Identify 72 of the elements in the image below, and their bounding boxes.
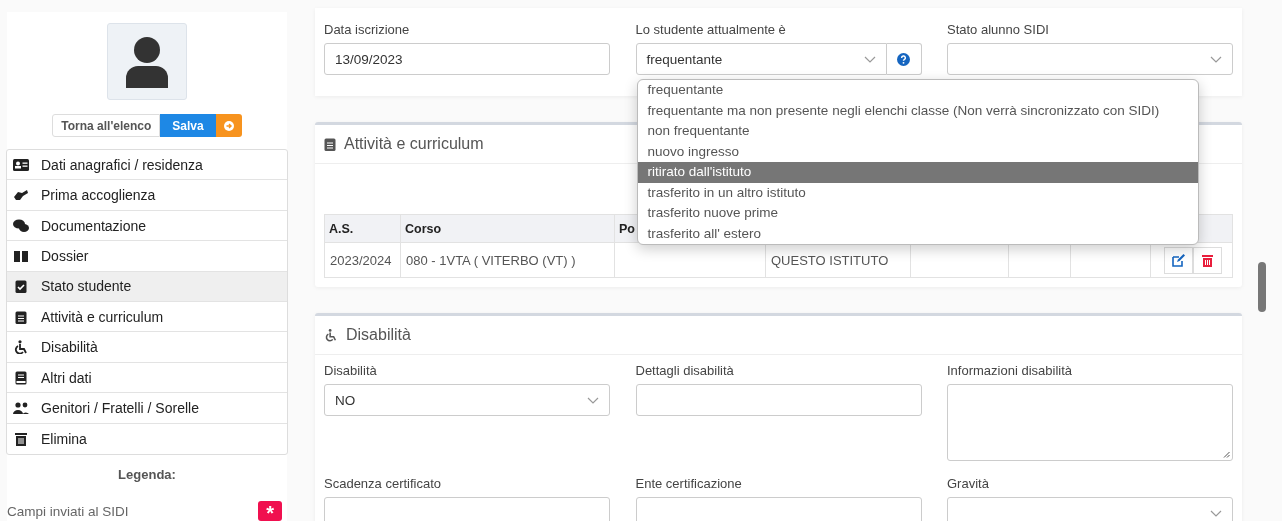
- text-area[interactable]: [947, 384, 1233, 461]
- sidebar-item[interactable]: Dati anagrafici / residenza: [7, 150, 287, 181]
- chevron-down-icon: [1210, 509, 1222, 517]
- text-field[interactable]: [635, 384, 922, 416]
- field-label: Scadenza certificato: [324, 476, 443, 491]
- sidebar-item[interactable]: Documentazione: [7, 210, 287, 242]
- scrollbar-thumb[interactable]: [1258, 262, 1266, 312]
- sidebar-item[interactable]: Elimina: [7, 423, 287, 454]
- dropdown-option[interactable]: nuovo ingresso: [637, 141, 1198, 162]
- field-label: Gravità: [947, 476, 990, 491]
- text-field[interactable]: [324, 497, 610, 521]
- edit-button[interactable]: [1164, 246, 1193, 274]
- field-label: Dettagli disabilità: [635, 363, 735, 378]
- section-title: Disabilità: [346, 326, 411, 344]
- sidebar-item[interactable]: Stato studente: [7, 271, 287, 303]
- field-label: Data iscrizione: [324, 22, 411, 37]
- field-label: Ente certificazione: [635, 476, 743, 491]
- table-cell: 080 - 1VTA ( VITERBO (VT) ): [400, 242, 615, 278]
- dropdown-option[interactable]: frequentante ma non presente negli elenchi classe (Non verrà sincronizzato con SIDI): [637, 100, 1198, 121]
- sidebar-item[interactable]: Dossier: [7, 241, 287, 272]
- chat-bubbles-icon: [13, 218, 29, 233]
- trash-icon: [1202, 253, 1213, 267]
- sidebar-item[interactable]: Disabilità: [7, 332, 287, 363]
- help-button[interactable]: [886, 43, 922, 75]
- field-label: Stato alunno SIDI: [947, 22, 1050, 37]
- dropdown-option[interactable]: non frequentante: [637, 121, 1198, 142]
- select-field[interactable]: [947, 497, 1233, 521]
- field-label: Informazioni disabilità: [947, 363, 1073, 378]
- dropdown-option[interactable]: ritirato dall'istituto: [637, 162, 1198, 183]
- required-badge: *: [258, 501, 282, 521]
- next-button[interactable]: [215, 114, 242, 138]
- save-button[interactable]: Salva: [160, 114, 216, 138]
- text-field[interactable]: [635, 497, 922, 521]
- chevron-down-icon: [1210, 55, 1222, 63]
- select-field[interactable]: NO: [324, 384, 610, 416]
- chevron-down-icon: [863, 55, 876, 63]
- wheelchair-icon: [13, 340, 29, 355]
- back-button[interactable]: Torna all'elenco: [52, 114, 161, 138]
- clipboard-check-icon: [13, 279, 29, 294]
- dropdown-option[interactable]: trasferito in un altro istituto: [637, 182, 1198, 203]
- table-cell: 2023/2024: [324, 242, 401, 278]
- column-header: Corso: [400, 214, 615, 243]
- clipboard-list-icon: [324, 137, 336, 151]
- table-cell: QUESTO ISTITUTO: [765, 242, 911, 278]
- field-label: Disabilità: [324, 363, 378, 378]
- resize-handle-icon: [1223, 451, 1230, 458]
- wheelchair-icon: [324, 328, 338, 342]
- select-field[interactable]: [947, 43, 1233, 75]
- clipboard-list-icon: [13, 309, 29, 324]
- arrow-circle-icon: [223, 119, 234, 132]
- text-field[interactable]: 13/09/2023: [324, 43, 610, 75]
- book-icon: [13, 248, 29, 263]
- trash-icon: [13, 431, 29, 446]
- sidebar-item[interactable]: Altri dati: [7, 362, 287, 394]
- sidebar-item[interactable]: Attività e curriculum: [7, 302, 287, 333]
- section-title: Attività e curriculum: [344, 135, 484, 153]
- chevron-down-icon: [587, 396, 599, 404]
- id-card-icon: [13, 157, 29, 172]
- dropdown-option[interactable]: frequentante: [637, 80, 1198, 101]
- select-field[interactable]: frequentante: [635, 43, 887, 75]
- column-header: A.S.: [324, 214, 401, 243]
- field-label: Lo studente attualmente è: [635, 22, 787, 37]
- sidebar-item[interactable]: Prima accoglienza: [7, 180, 287, 211]
- delete-button[interactable]: [1193, 246, 1222, 274]
- legend-title: Legenda:: [118, 467, 176, 482]
- sidebar-item[interactable]: Genitori / Fratelli / Sorelle: [7, 393, 287, 424]
- legend-label: Campi inviati al SIDI: [7, 503, 129, 519]
- help-icon: [897, 52, 910, 66]
- user-silhouette-icon: [124, 35, 170, 88]
- users-icon: [13, 400, 29, 415]
- notebook-icon: [13, 370, 29, 385]
- edit-icon: [1172, 253, 1185, 267]
